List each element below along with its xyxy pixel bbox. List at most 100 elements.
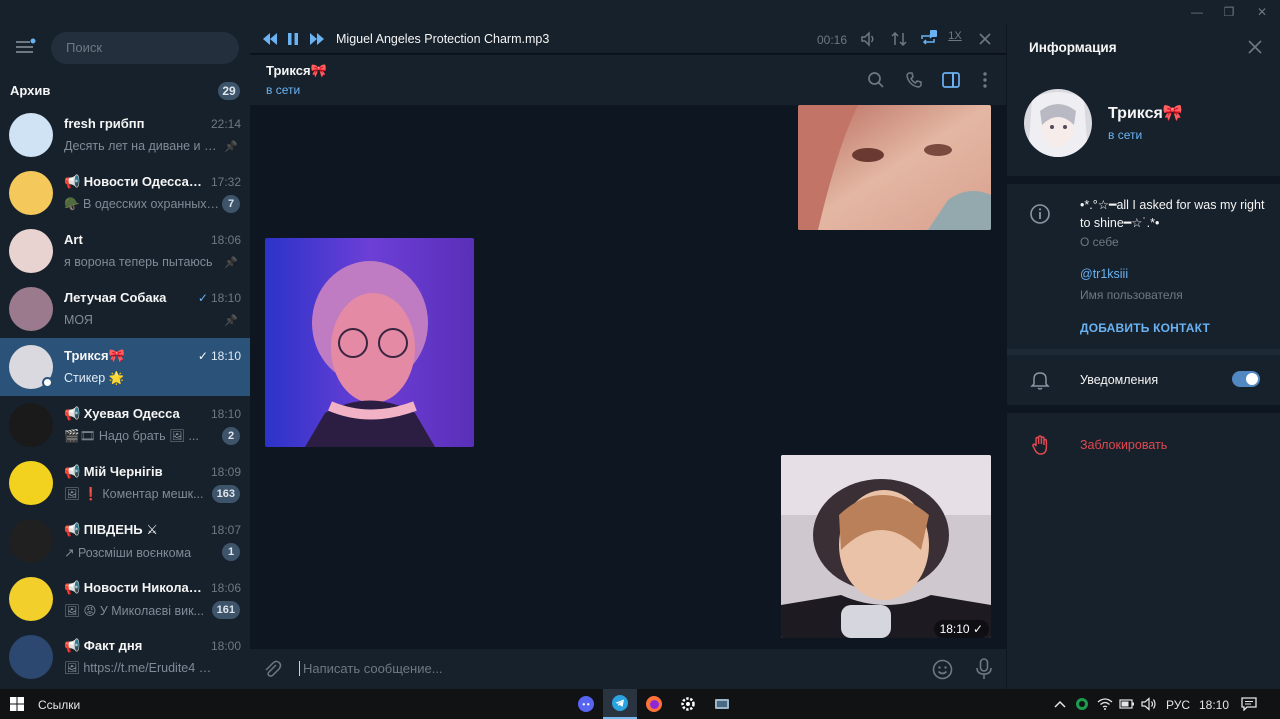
bell-icon <box>1030 372 1050 390</box>
chat-time-value: 18:00 <box>210 639 241 653</box>
pin-icon: 📌 <box>224 141 238 153</box>
notifications-center-icon[interactable] <box>1241 697 1257 711</box>
battery-icon[interactable] <box>1119 698 1135 710</box>
chat-list-item[interactable]: 📢 Новости Одесса | ... 17:32 🪖 В одесских … <box>0 164 250 222</box>
chat-list-item[interactable]: fresh грибпп 22:14 Десять лет на диване и … <box>0 106 250 164</box>
unread-count-badge: 7 <box>222 195 240 213</box>
block-hand-icon <box>1032 435 1048 455</box>
chat-list-item[interactable]: Art 18:06 я ворона теперь пытаюсь 📌 <box>0 222 250 280</box>
tray-app-icon[interactable] <box>1075 697 1089 711</box>
playback-order-icon[interactable] <box>890 30 908 48</box>
track-title[interactable]: Miguel Angeles Protection Charm.mp3 <box>336 32 549 46</box>
previous-track-icon[interactable] <box>263 33 277 45</box>
chat-last-message: Десять лет на диване и х... <box>64 139 220 153</box>
chat-avatar <box>9 287 53 331</box>
chat-list-item[interactable]: Летучая Собака ✓ 18:10 МОЯ 📌 <box>0 280 250 338</box>
add-contact-button[interactable]: ДОБАВИТЬ КОНТАКТ <box>1080 321 1210 335</box>
toggle-sidebar-icon[interactable] <box>941 70 961 90</box>
chevron-up-icon[interactable] <box>1054 699 1066 709</box>
profile-bio: •*.°☆━all I asked for was my right to sh… <box>1080 198 1265 230</box>
chat-last-message: 🎬🎞 Надо брать 🖼 ... <box>64 429 199 443</box>
microphone-icon[interactable] <box>975 658 993 680</box>
chat-avatar <box>9 635 53 679</box>
chat-time: ✓ 18:10 <box>198 349 241 363</box>
chat-avatar <box>9 113 53 157</box>
telegram-taskbar-icon[interactable] <box>603 689 637 719</box>
unread-count-badge: 163 <box>211 485 240 503</box>
chat-header-name[interactable]: Трикся🎀 <box>266 63 327 79</box>
chat-time: 17:32 <box>211 175 241 189</box>
profile-name: Трикся🎀 <box>1108 105 1183 122</box>
attach-file-icon[interactable] <box>262 659 282 679</box>
read-check-icon: ✓ <box>197 349 208 363</box>
emoji-icon[interactable] <box>932 659 953 680</box>
taskbar-links-toolbar[interactable]: Ссылки <box>38 698 80 712</box>
chat-list-item[interactable]: Трикся🎀 ✓ 18:10 Стикер 🌟 <box>0 338 250 396</box>
chat-last-message: МОЯ <box>64 313 93 327</box>
next-track-icon[interactable] <box>310 33 324 45</box>
taskbar-clock[interactable]: 18:10 <box>1199 698 1229 712</box>
chat-time: 18:07 <box>211 523 241 537</box>
search-icon[interactable] <box>866 70 886 90</box>
repeat-one-icon[interactable] <box>919 30 937 48</box>
chat-time-value: 18:06 <box>210 233 241 247</box>
chat-list-item[interactable]: 📢 Новости Николае... 18:06 🖼 😡 У Миколаєві… <box>0 570 250 628</box>
notifications-label: Уведомления <box>1080 373 1159 387</box>
maximize-button[interactable]: ❐ <box>1216 3 1242 21</box>
windows-start-icon[interactable] <box>10 697 24 711</box>
playback-speed-button[interactable]: 1X <box>946 30 964 48</box>
input-language[interactable]: РУС <box>1166 698 1190 712</box>
chat-time: 18:09 <box>211 465 241 479</box>
info-panel-title: Информация <box>1029 40 1117 55</box>
read-check-icon: ✓ <box>197 291 208 305</box>
file-explorer-taskbar-icon[interactable] <box>705 689 739 719</box>
chat-avatar <box>9 519 53 563</box>
block-user-button[interactable]: Заблокировать <box>1080 438 1167 452</box>
chat-time: ✓ 18:10 <box>198 291 241 305</box>
chat-last-message: я ворона теперь пытаюсь <box>64 255 213 269</box>
chat-list-item[interactable]: 📢 ПІВДЕНЬ ⚔ 18:07 ↗ Розсміши воєнкома 1 <box>0 512 250 570</box>
close-player-icon[interactable] <box>976 30 994 48</box>
discord-taskbar-icon[interactable] <box>569 689 603 719</box>
profile-bio-label: О себе <box>1080 235 1119 249</box>
speaker-icon[interactable] <box>1141 697 1157 711</box>
more-options-icon[interactable] <box>975 70 995 90</box>
chat-time: 18:00 <box>211 639 241 653</box>
chat-header[interactable]: Трикся🎀 в сети <box>250 55 1006 105</box>
search-input[interactable]: Поиск <box>51 32 239 64</box>
message-input[interactable]: Написать сообщение... <box>299 661 443 676</box>
profile-username[interactable]: @tr1ksiii <box>1080 265 1128 283</box>
chat-time: 18:06 <box>211 581 241 595</box>
chat-time-value: 18:10 <box>210 291 241 305</box>
chat-last-message: 🖼 😡 У Миколаєві вик... <box>64 604 204 618</box>
wifi-icon[interactable] <box>1097 697 1113 711</box>
chat-list-item[interactable]: 📢 Хуевая Одесса 18:10 🎬🎞 Надо брать 🖼 ... 2 <box>0 396 250 454</box>
chat-last-message: 🖼 ❗ Коментар мешк... <box>64 487 204 501</box>
chat-list-item[interactable]: 📢 Мій Чернігів 18:09 🖼 ❗ Коментар мешк... 1… <box>0 454 250 512</box>
chat-list-item[interactable]: 📢 Факт дня 18:00 🖼 https://t.me/Erudite4 🔥… <box>0 628 250 686</box>
settings-taskbar-icon[interactable] <box>671 689 705 719</box>
archive-folder[interactable]: Архив 29 <box>0 76 250 106</box>
close-window-button[interactable]: ✕ <box>1249 3 1275 21</box>
section-divider <box>1007 405 1280 413</box>
volume-icon[interactable] <box>859 30 877 48</box>
phone-call-icon[interactable] <box>904 70 924 90</box>
hamburger-menu-icon[interactable] <box>14 37 36 57</box>
message-history[interactable]: 18:10 ✓ <box>250 105 1006 649</box>
firefox-taskbar-icon[interactable] <box>637 689 671 719</box>
photo-message[interactable] <box>798 105 991 230</box>
chat-last-message: 🖼 https://t.me/Erudite4 🔥 ... <box>64 661 220 675</box>
close-info-panel-icon[interactable] <box>1246 38 1264 56</box>
chat-name: 📢 Хуевая Одесса <box>64 406 180 421</box>
minimize-button[interactable]: — <box>1184 3 1210 21</box>
chat-avatar <box>9 171 53 215</box>
archive-count-badge: 29 <box>218 82 240 100</box>
message-timestamp: 18:10 ✓ <box>933 620 989 638</box>
photo-message[interactable] <box>265 238 474 447</box>
chat-name: 📢 Новости Николае... <box>64 580 204 595</box>
chat-name: Летучая Собака <box>64 290 167 305</box>
pause-icon[interactable] <box>288 33 298 45</box>
notifications-toggle[interactable] <box>1232 371 1260 387</box>
profile-avatar[interactable] <box>1024 89 1092 157</box>
photo-message[interactable] <box>781 455 991 638</box>
